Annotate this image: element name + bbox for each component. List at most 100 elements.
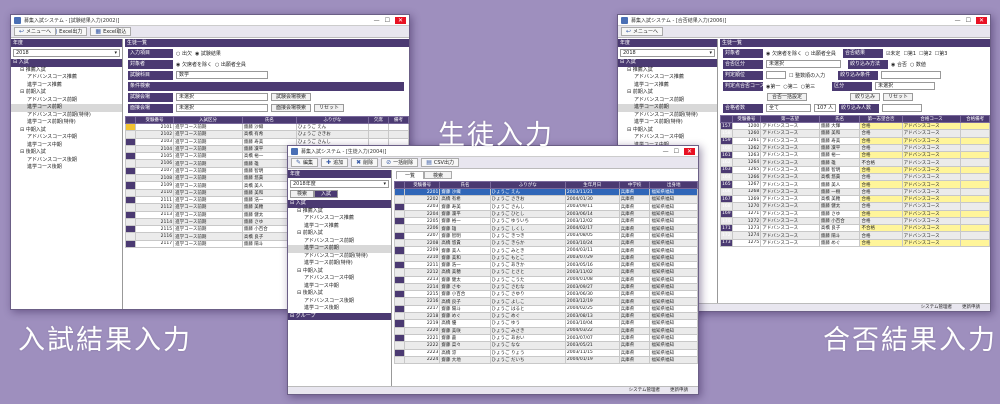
minimize-button[interactable]: — xyxy=(955,17,961,24)
tree-item[interactable]: アドバンスコース推薦 xyxy=(618,74,717,82)
table-row[interactable]: 2220 齋藤 美咲 ひょうご みさき 2004/03/22 兵庫県 福知県福知 xyxy=(394,326,698,335)
tree-item[interactable]: 進学コース推薦 xyxy=(618,82,717,90)
tree-item[interactable]: 進学コース推薦 xyxy=(288,223,391,231)
tree-item[interactable]: 進学コース後期 xyxy=(288,305,391,313)
check-first[interactable]: ☐第1 xyxy=(903,50,916,57)
table-row[interactable]: 2219 高橋 優ひょうご ゆう 2003/10/04 兵庫県 福知県福知 xyxy=(394,319,698,328)
tree-item[interactable]: 進学コース中期 xyxy=(11,142,122,150)
maximize-button[interactable]: ☐ xyxy=(674,148,679,155)
tree-item[interactable]: アドバンスコース後期 xyxy=(11,157,122,165)
table-row[interactable]: 2201 齋藤 沙織 ひょうご えん 2003/11/21 兵庫県 福知県福知 xyxy=(394,187,698,197)
tree-item[interactable]: アドバンスコース後期 xyxy=(288,298,391,306)
tree-item[interactable]: 進学コース推薦 xyxy=(11,82,122,90)
integer-order-checkbox[interactable]: ☐ 整数順の入力 xyxy=(789,72,825,79)
tree-item[interactable]: アドバンスコース推薦 xyxy=(288,215,391,223)
table-row[interactable]: 2214 齋藤 さゆ ひょうご さむな 2003/09/27 兵庫県 福知県福知 xyxy=(394,282,698,292)
reset-button[interactable]: リセット xyxy=(314,104,345,112)
tree-item[interactable]: ⊟ 後期入試 xyxy=(11,149,122,157)
tree-item[interactable]: 進学コース前期 xyxy=(618,104,717,112)
pass-count-select[interactable]: 全て xyxy=(766,104,811,112)
table-row[interactable]: 171 1273 アドバンスコース 高橋 良子 不合格 アドバンスコース xyxy=(720,224,990,233)
tree-item[interactable]: ⊟ グループ xyxy=(288,312,391,320)
minimize-button[interactable]: — xyxy=(663,148,669,155)
tree-item[interactable]: ⊟ 後期入試 xyxy=(288,290,391,298)
radio-exam-result[interactable]: ◉ 試験結果 xyxy=(195,50,221,57)
tree-item[interactable]: ⊟ 入試 xyxy=(618,59,717,67)
table-row[interactable]: 2212 高橋 美穂 ひょうご とさと 2003/11/02 兵庫県 福知県福知 xyxy=(394,268,698,277)
tree-item[interactable]: アドバンスコース中期 xyxy=(11,134,122,142)
table-row[interactable]: 2207 齋藤 智明 ひょうご きつき 2003/08/05 兵庫県 福知県福知 xyxy=(394,231,698,241)
table-row[interactable]: 167 1269 アドバンスコース 高橋 美穂 合格 アドバンスコース xyxy=(720,194,990,204)
subject-select[interactable]: 数学 xyxy=(176,71,268,79)
table-row[interactable]: 2218 齋藤 めぐ ひょうご めぐ 2003/08/13 兵庫県 福知県福知 xyxy=(394,312,698,321)
table-row[interactable]: 2216 高橋 良子 ひょうご よしこ 2003/12/19 兵庫県 福知県福知 xyxy=(394,297,698,306)
table-row[interactable]: 172 1274 アドバンスコース 齋藤 陽斗 合格 アドバンスコース xyxy=(720,231,990,240)
tree-item[interactable]: 進学コース後期 xyxy=(11,164,122,172)
table-row[interactable]: 2213 齋藤 健太 ひょうご こうた 2004/01/08 兵庫県 福知県福知 xyxy=(394,275,698,284)
table-row[interactable]: 2202 高橋 有希 ひょうご さきお 2004/01/30 兵庫県 福知県福知 xyxy=(394,195,698,204)
tree-item[interactable]: 進学コース前期(特待) xyxy=(618,119,717,127)
table-row[interactable]: 2205 齋藤 裕一 ひょうご ゆういち 2003/12/02 兵庫県 福知県福知 xyxy=(394,217,698,226)
radio-all-applicants[interactable]: ○ 出願者全員 xyxy=(805,50,836,57)
table-row[interactable]: 160 1262 アドバンスコース 齋藤 凜平 合格 アドバンスコース xyxy=(720,143,990,153)
radio-all-applicants[interactable]: ○ 出願者全員 xyxy=(215,61,246,68)
tree-item[interactable]: ⊟ 前期入試 xyxy=(11,89,122,97)
filter-count-input[interactable] xyxy=(882,104,922,112)
interview-venue-select[interactable]: 未選択 xyxy=(176,104,268,112)
table-row[interactable]: 2210 齋藤 美和 ひょうご もとこ 2003/07/29 兵庫県 福知県福知 xyxy=(394,253,698,262)
tree-item[interactable]: 進学コース前期(特待) xyxy=(288,260,391,268)
table-row[interactable]: 158 1260 アドバンスコース 齋藤 美和 合格 アドバンスコース xyxy=(720,129,990,138)
year-select[interactable]: 2018 ▾ xyxy=(620,49,715,57)
exam-venue-select[interactable]: 未選択 xyxy=(176,93,268,101)
year-select[interactable]: 2018年度 ▾ xyxy=(290,180,389,188)
radio-pass-fail[interactable]: ◉ 合否 xyxy=(891,61,907,68)
tree-item[interactable]: アドバンスコース前期 xyxy=(288,238,391,246)
tree-item[interactable]: アドバンスコース前期(特待) xyxy=(11,112,122,120)
reset-button[interactable]: リセット xyxy=(883,93,914,101)
division-select[interactable]: 未選択 xyxy=(875,82,936,90)
bulk-set-button[interactable]: 合否一括設定 xyxy=(767,93,808,101)
table-row[interactable]: 2203 齋藤 寿美 ひょうご さんし 2003/09/11 兵庫県 福知県福知 xyxy=(394,202,698,211)
tab-detail-search[interactable]: 検索 xyxy=(424,171,453,179)
tree-item[interactable]: アドバンスコース前期 xyxy=(11,97,122,105)
radio-attendance[interactable]: ○ 出欠 xyxy=(176,50,192,57)
table-row[interactable]: 173 1275 アドバンスコース 齋藤 めぐ 合格 アドバンスコース xyxy=(720,238,990,248)
radio-exclude-absent[interactable]: ◉ 欠席者を除く xyxy=(766,50,802,57)
tab-search[interactable]: 検索 xyxy=(290,190,315,198)
rank-input[interactable] xyxy=(766,71,786,79)
table-row[interactable]: 161 1263 アドバンスコース 齋藤 裕一 合格 アドバンスコース xyxy=(720,151,990,160)
back-to-menu-button[interactable]: ↩ メニューへ xyxy=(621,27,664,36)
table-row[interactable]: 2208 高橋 悠貴 ひょうご きらか 2003/10/24 兵庫県 福知県福知 xyxy=(394,239,698,248)
filter-button[interactable]: 絞り込み xyxy=(850,93,881,101)
table-row[interactable]: 168 1270 アドバンスコース 齋藤 健太 合格 アドバンスコース xyxy=(720,202,990,211)
category-select[interactable]: 未選択 xyxy=(766,60,841,68)
tree-item[interactable]: アドバンスコース中期 xyxy=(288,275,391,283)
edit-button[interactable]: ✎ 編集 xyxy=(291,158,319,167)
tree-item[interactable]: アドバンスコース前期 xyxy=(618,97,717,105)
table-row[interactable]: 165 1267 アドバンスコース 齋藤 美人 合格 アドバンスコース xyxy=(720,180,990,189)
table-row[interactable]: 2221 齋藤 蒼ひょうご あおい 2003/07/07 兵庫県 福知県福知 xyxy=(394,333,698,343)
table-row[interactable]: 166 1268 アドバンスコース 齋藤 一樹 合格 アドバンスコース xyxy=(720,187,990,196)
tree-item[interactable]: ⊟ 入試 xyxy=(11,59,122,67)
maximize-button[interactable]: ☐ xyxy=(966,17,971,24)
table-row[interactable]: 164 1266 アドバンスコース 高橋 悠貴 合格 アドバンスコース xyxy=(720,173,990,182)
check-undecided[interactable]: ☑未定 xyxy=(886,50,901,57)
tree-item[interactable]: アドバンスコース前期(特待) xyxy=(288,253,391,261)
tree-item[interactable]: ⊟ 入試 xyxy=(288,200,391,208)
close-button[interactable]: ✕ xyxy=(683,147,695,155)
check-second[interactable]: ☐第2 xyxy=(919,50,932,57)
delete-button[interactable]: ✖ 削除 xyxy=(351,158,379,167)
tree-item[interactable]: 進学コース前期 xyxy=(11,104,122,112)
table-row[interactable]: 159 1261 アドバンスコース 齋藤 寿美 合格 アドバンスコース xyxy=(720,136,990,145)
tree-item[interactable]: アドバンスコース推薦 xyxy=(11,74,122,82)
back-to-menu-button[interactable]: ↩ メニューへ xyxy=(14,27,57,36)
radio-second[interactable]: ○第二 xyxy=(783,83,797,90)
tree-item[interactable]: ⊟ 推薦入試 xyxy=(618,67,717,75)
radio-exclude-absent[interactable]: ◉ 欠席者を除く xyxy=(176,61,212,68)
table-row[interactable]: 2215 齋藤 小百合 ひょうご さゆり 2003/06/30 兵庫県 福知県福知 xyxy=(394,290,698,299)
table-row[interactable]: 2217 齋藤 陽斗 ひょうご はると 2004/02/25 兵庫県 福知県福知 xyxy=(394,304,698,314)
radio-numeric[interactable]: ○ 数値 xyxy=(910,61,926,68)
maximize-button[interactable]: ☐ xyxy=(385,17,390,24)
table-row[interactable]: 2224 齋藤 大地 ひょうご だいち 2004/01/19 兵庫県 福知県福知 xyxy=(394,355,698,365)
tab-list[interactable]: 一覧 xyxy=(396,171,425,179)
